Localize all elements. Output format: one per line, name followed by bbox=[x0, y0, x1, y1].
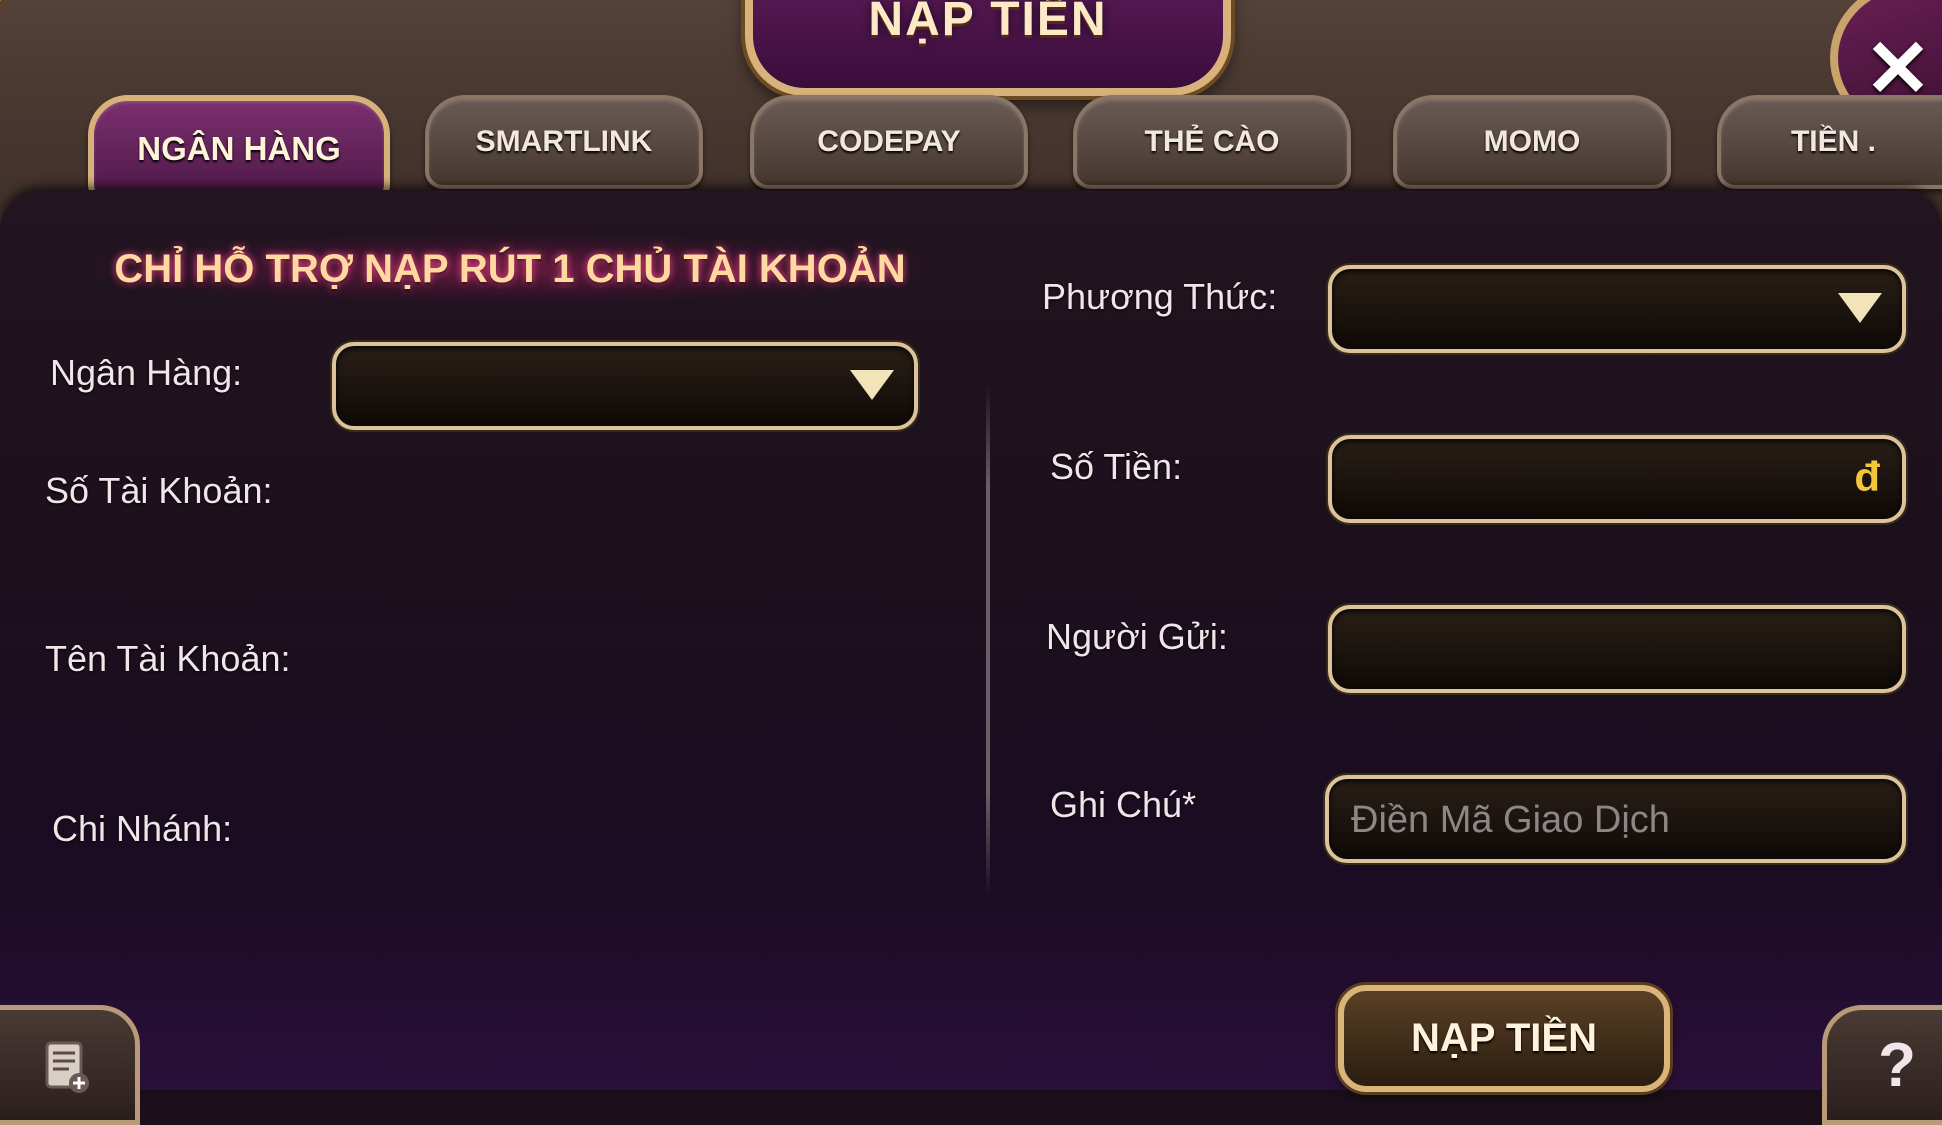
note-input[interactable] bbox=[1349, 779, 1873, 861]
amount-field[interactable]: đ bbox=[1328, 435, 1906, 523]
tab-tien[interactable]: TIỀN . bbox=[1717, 95, 1942, 189]
tab-label: CODEPAY bbox=[817, 125, 961, 158]
account-number-label: Số Tài Khoản: bbox=[45, 470, 273, 511]
title-plaque: NẠP TIỀN bbox=[745, 0, 1231, 96]
method-label: Phương Thức: bbox=[1042, 276, 1278, 317]
tab-label: TIỀN . bbox=[1790, 125, 1876, 158]
branch-label: Chi Nhánh: bbox=[52, 808, 233, 849]
amount-label: Số Tiền: bbox=[1050, 446, 1183, 487]
notice-banner: CHỈ HỖ TRỢ NẠP RÚT 1 CHỦ TÀI KHOẢN bbox=[95, 235, 925, 303]
tab-label: NGÂN HÀNG bbox=[137, 130, 341, 167]
tab-codepay[interactable]: CODEPAY bbox=[750, 95, 1028, 189]
tab-smartlink[interactable]: SMARTLINK bbox=[425, 95, 703, 189]
tab-ngan-hang[interactable]: NGÂN HÀNG bbox=[88, 95, 390, 203]
note-label: Ghi Chú* bbox=[1050, 784, 1197, 825]
submit-label: NẠP TIỀN bbox=[1411, 1016, 1597, 1060]
bank-label: Ngân Hàng: bbox=[50, 352, 243, 393]
help-button[interactable]: ? bbox=[1822, 1005, 1942, 1125]
tab-label: SMARTLINK bbox=[475, 125, 653, 158]
sender-field[interactable] bbox=[1328, 605, 1906, 693]
history-button[interactable] bbox=[0, 1005, 140, 1125]
account-name-label: Tên Tài Khoản: bbox=[45, 638, 291, 679]
page-title: NẠP TIỀN bbox=[868, 0, 1108, 46]
column-divider bbox=[986, 385, 990, 895]
sender-label: Người Gửi: bbox=[1046, 616, 1228, 657]
tab-the-cao[interactable]: THẺ CÀO bbox=[1073, 95, 1351, 189]
game-deposit-screen: NẠP TIỀN ✕ NGÂN HÀNG SMARTLINK CODEPAY T… bbox=[0, 0, 1942, 1125]
currency-symbol: đ bbox=[1854, 453, 1880, 500]
chevron-down-icon bbox=[850, 370, 894, 400]
chevron-down-icon bbox=[1838, 293, 1882, 323]
tab-momo[interactable]: MOMO bbox=[1393, 95, 1671, 189]
tab-label: MOMO bbox=[1483, 125, 1581, 158]
bank-select[interactable] bbox=[332, 342, 918, 430]
history-icon bbox=[45, 1041, 89, 1093]
help-icon: ? bbox=[1878, 1030, 1916, 1100]
tab-label: THẺ CÀO bbox=[1144, 125, 1280, 158]
deposit-submit-button[interactable]: NẠP TIỀN bbox=[1338, 985, 1670, 1092]
note-field[interactable] bbox=[1325, 775, 1906, 863]
method-select[interactable] bbox=[1328, 265, 1906, 353]
